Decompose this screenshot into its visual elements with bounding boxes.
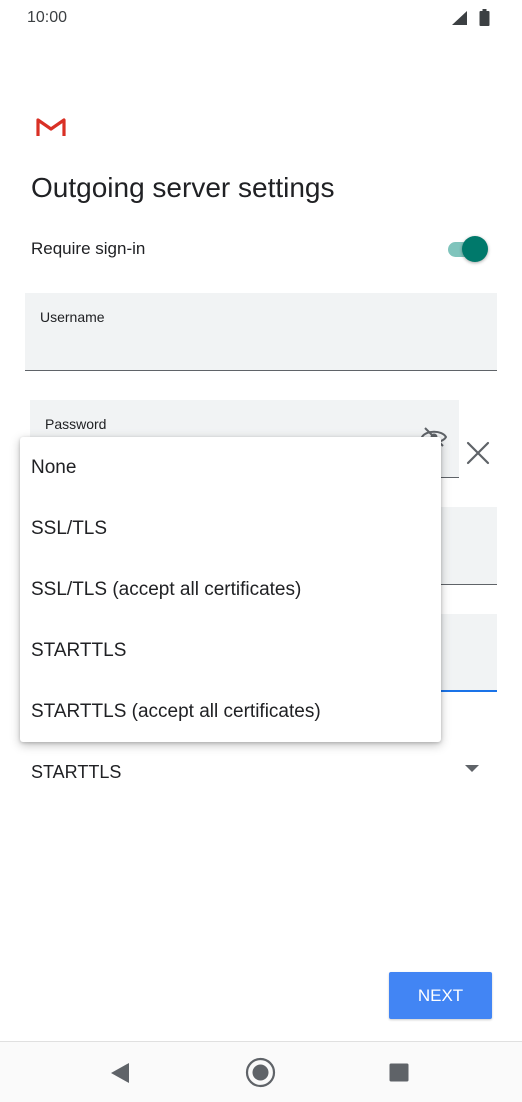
dropdown-option-label: SSL/TLS	[31, 518, 108, 539]
back-icon[interactable]	[110, 1062, 130, 1089]
require-signin-toggle[interactable]	[446, 236, 490, 262]
dropdown-option-label: SSL/TLS (accept all certificates)	[31, 579, 302, 600]
security-dropdown-menu: None SSL/TLS SSL/TLS (accept all certifi…	[20, 437, 441, 742]
home-icon[interactable]	[245, 1057, 276, 1093]
navigation-bar	[0, 1041, 522, 1102]
gmail-icon	[36, 117, 66, 142]
close-icon[interactable]	[466, 441, 490, 470]
dropdown-option-ssl-tls-accept-all[interactable]: SSL/TLS (accept all certificates)	[20, 559, 441, 620]
status-bar: 10:00	[0, 0, 522, 36]
dropdown-option-label: STARTTLS (accept all certificates)	[31, 701, 321, 722]
recents-icon[interactable]	[389, 1063, 409, 1087]
dropdown-option-none[interactable]: None	[20, 437, 441, 498]
security-type-value: STARTTLS	[31, 762, 122, 782]
signal-icon	[451, 10, 468, 31]
dropdown-option-starttls[interactable]: STARTTLS	[20, 620, 441, 681]
password-label: Password	[45, 416, 107, 432]
dropdown-option-starttls-accept-all[interactable]: STARTTLS (accept all certificates)	[20, 681, 441, 742]
next-button[interactable]: NEXT	[389, 972, 492, 1019]
dropdown-arrow-icon	[465, 760, 479, 778]
security-type-select[interactable]: STARTTLS	[25, 740, 497, 800]
toggle-thumb	[462, 236, 488, 262]
username-label: Username	[40, 309, 105, 325]
dropdown-option-ssl-tls[interactable]: SSL/TLS	[20, 498, 441, 559]
dropdown-option-label: STARTTLS	[31, 640, 127, 661]
page-title: Outgoing server settings	[31, 172, 335, 203]
battery-icon	[479, 9, 490, 31]
username-field[interactable]: Username	[25, 293, 497, 371]
screen: 10:00 Outgoing server settings Require s…	[0, 0, 522, 1102]
status-time: 10:00	[27, 9, 68, 26]
require-signin-label: Require sign-in	[31, 239, 146, 258]
dropdown-option-label: None	[31, 457, 77, 478]
